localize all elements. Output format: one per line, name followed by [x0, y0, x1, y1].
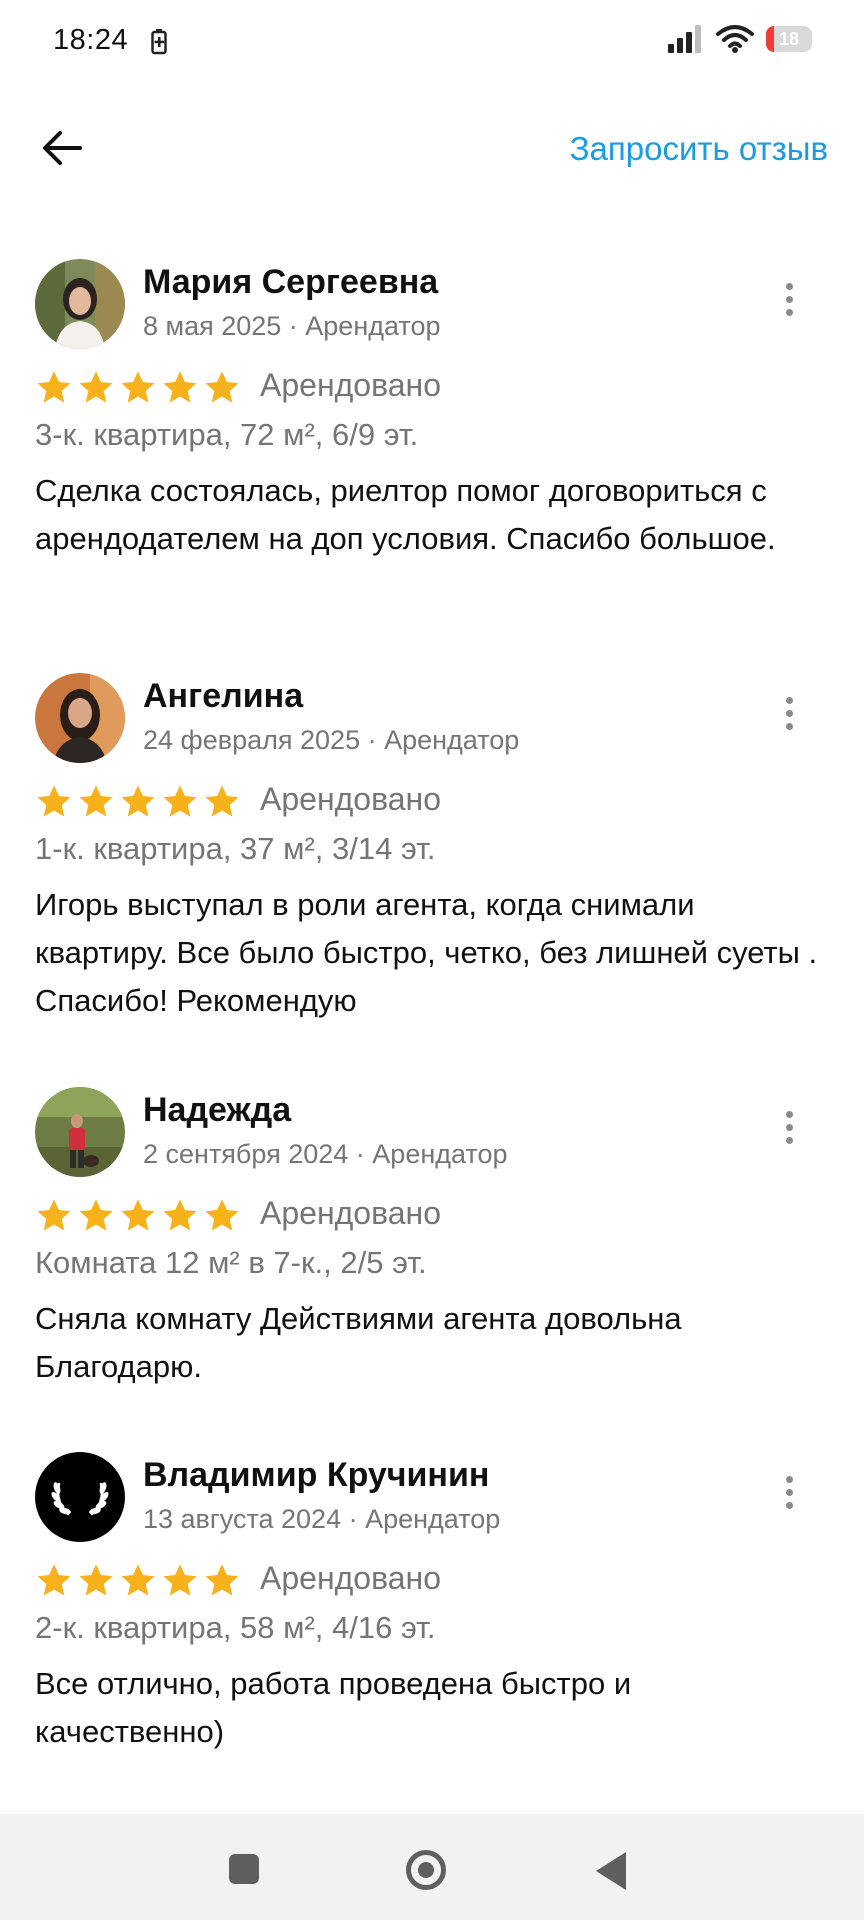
dot [785, 1488, 793, 1496]
property-info: Комната 12 м² в 7-к., 2/5 эт. [35, 1245, 427, 1280]
dot [785, 1475, 793, 1483]
star-icon [79, 785, 113, 817]
deal-status: Арендовано [260, 781, 441, 817]
signal-icon [668, 25, 701, 53]
star-rating [35, 369, 241, 407]
more-options-button[interactable] [768, 1464, 810, 1520]
reviewer-name: Надежда [143, 1091, 292, 1129]
dot [785, 722, 793, 730]
star-icon [205, 1564, 239, 1596]
review-meta: 2 сентября 2024 · Арендатор [143, 1139, 508, 1169]
battery-saver-icon [151, 29, 167, 55]
back-triangle-icon[interactable] [596, 1852, 626, 1890]
star-icon [163, 785, 197, 817]
dot [785, 282, 793, 290]
star-icon [37, 785, 71, 817]
property-info: 2-к. квартира, 58 м², 4/16 эт. [35, 1610, 436, 1645]
status-bar: 18:24 18 [0, 0, 864, 86]
star-icon [205, 371, 239, 403]
dot [785, 1501, 793, 1509]
dot [785, 709, 793, 717]
star-icon [79, 1564, 113, 1596]
review-meta: 24 февраля 2025 · Арендатор [143, 725, 520, 755]
star-icon [37, 371, 71, 403]
star-icon [205, 1199, 239, 1231]
star-rating [35, 783, 241, 821]
star-rating [35, 1562, 241, 1600]
star-icon [163, 1564, 197, 1596]
review-text: Сделка состоялась, риелтор помог договор… [35, 473, 776, 556]
deal-status: Арендовано [260, 1560, 441, 1596]
more-options-button[interactable] [768, 1099, 810, 1155]
review-meta: 13 августа 2024 · Арендатор [143, 1504, 501, 1534]
more-options-button[interactable] [768, 271, 810, 327]
reviewer-name: Ангелина [143, 677, 304, 715]
back-button[interactable] [36, 122, 88, 174]
avatar[interactable] [35, 673, 125, 763]
star-icon [79, 1199, 113, 1231]
more-options-button[interactable] [768, 685, 810, 741]
status-time: 18:24 [53, 24, 129, 56]
star-icon [163, 1199, 197, 1231]
home-icon[interactable] [406, 1850, 446, 1890]
recent-apps-icon[interactable] [229, 1854, 259, 1884]
star-icon [121, 1199, 155, 1231]
deal-status: Арендовано [260, 367, 441, 403]
dot [785, 308, 793, 316]
review-text: Все отлично, работа проведена быстро и к… [35, 1666, 632, 1749]
request-review-button[interactable]: Запросить отзыв [570, 130, 828, 168]
avatar[interactable] [35, 1452, 125, 1542]
dot [785, 1136, 793, 1144]
avatar[interactable] [35, 1087, 125, 1177]
review-meta: 8 мая 2025 · Арендатор [143, 311, 441, 341]
reviewer-name: Мария Сергеевна [143, 263, 439, 301]
dot [785, 1123, 793, 1131]
dot [785, 295, 793, 303]
star-icon [121, 1564, 155, 1596]
battery-icon: 18 [766, 26, 812, 52]
property-info: 1-к. квартира, 37 м², 3/14 эт. [35, 831, 436, 866]
star-icon [37, 1199, 71, 1231]
star-icon [205, 785, 239, 817]
system-nav-bar [0, 1814, 864, 1920]
battery-fill [766, 26, 775, 52]
arrow-left-icon [43, 131, 82, 165]
review-text: Игорь выступал в роли агента, когда сним… [35, 887, 818, 1018]
dot [785, 696, 793, 704]
star-rating [35, 1197, 241, 1235]
star-icon [121, 371, 155, 403]
star-icon [163, 371, 197, 403]
deal-status: Арендовано [260, 1195, 441, 1231]
property-info: 3-к. квартира, 72 м², 6/9 эт. [35, 417, 419, 452]
dot [785, 1110, 793, 1118]
battery-indicator: 18 [766, 26, 812, 52]
avatar[interactable] [35, 259, 125, 349]
star-icon [121, 785, 155, 817]
laurel-wreath-logo [35, 1452, 125, 1542]
review-text: Сняла комнату Действиями агента довольна… [35, 1301, 682, 1384]
wifi-icon [716, 25, 754, 53]
battery-level: 18 [778, 28, 800, 49]
star-icon [37, 1564, 71, 1596]
star-icon [79, 371, 113, 403]
reviewer-name: Владимир Кручинин [143, 1456, 490, 1494]
